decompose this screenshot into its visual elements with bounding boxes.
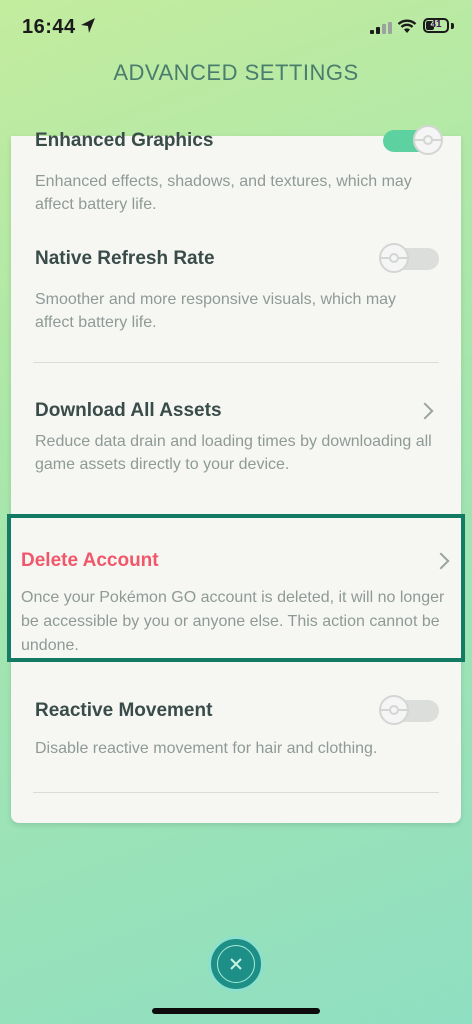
close-button[interactable] — [208, 936, 264, 992]
page-title: ADVANCED SETTINGS — [113, 60, 359, 85]
status-bar: 16:44 41 — [0, 0, 472, 58]
setting-description: Enhanced effects, shadows, and textures,… — [35, 173, 412, 213]
reactive-movement-toggle[interactable] — [379, 695, 439, 725]
battery-nub — [451, 23, 454, 29]
setting-description: Disable reactive movement for hair and c… — [35, 740, 378, 757]
toggle-knob — [379, 243, 409, 273]
delete-account-row[interactable]: Delete Account Once your Pokémon GO acco… — [7, 514, 465, 662]
setting-title: Native Refresh Rate — [35, 248, 215, 269]
wifi-icon — [397, 19, 417, 33]
chevron-right-icon — [416, 402, 434, 420]
settings-card: Enhanced Graphics Enhanced effects, shad… — [11, 125, 461, 823]
toggle-knob — [413, 125, 443, 155]
setting-title: Enhanced Graphics — [35, 130, 214, 151]
chevron-right-icon — [432, 552, 450, 570]
native-refresh-rate-toggle[interactable] — [379, 243, 439, 273]
enhanced-graphics-toggle[interactable] — [383, 125, 443, 155]
delete-account-title: Delete Account — [21, 550, 159, 571]
battery-level: 41 — [430, 19, 442, 30]
delete-account-description: Once your Pokémon GO account is deleted,… — [21, 589, 445, 654]
setting-title: Reactive Movement — [35, 700, 213, 721]
setting-description: Smoother and more responsive visuals, wh… — [35, 291, 397, 331]
setting-title: Download All Assets — [35, 400, 222, 421]
signal-icon — [370, 22, 392, 34]
setting-description: Reduce data drain and loading times by d… — [35, 433, 432, 473]
home-indicator[interactable] — [152, 1008, 320, 1014]
divider — [33, 792, 439, 793]
clock: 16:44 — [22, 16, 76, 38]
close-icon — [230, 958, 242, 970]
battery-icon: 41 — [423, 18, 449, 33]
location-arrow-icon — [81, 18, 95, 33]
toggle-knob — [379, 695, 409, 725]
divider — [33, 362, 439, 363]
